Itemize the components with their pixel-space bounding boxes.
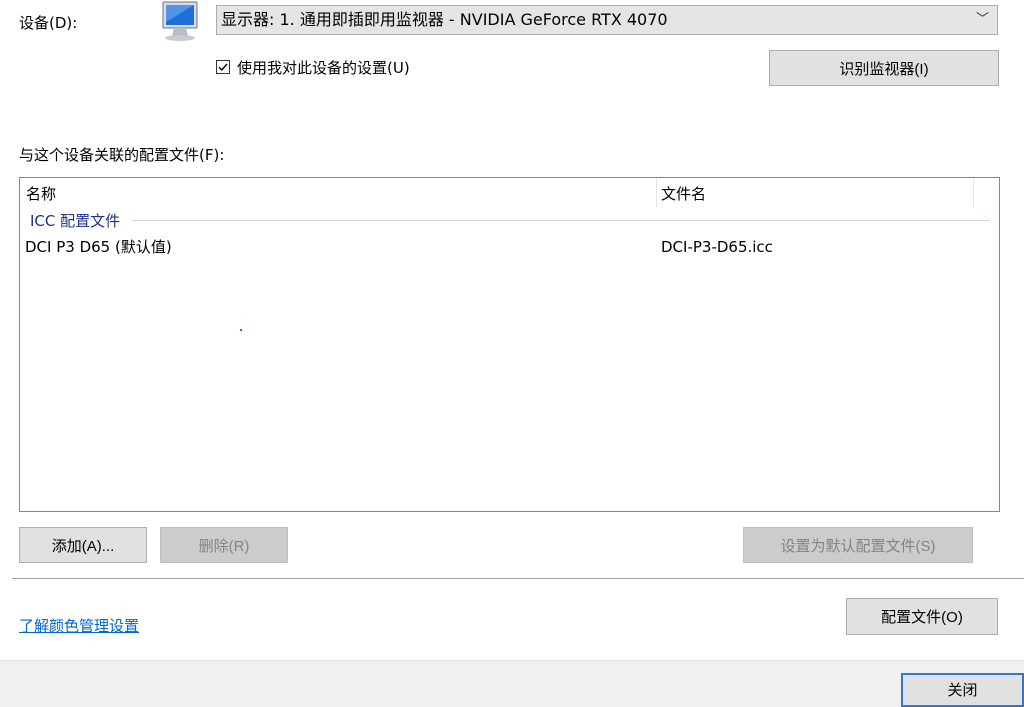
profiles-label: 与这个设备关联的配置文件(F):: [19, 146, 225, 164]
device-select-value: 显示器: 1. 通用即插即用监视器 - NVIDIA GeForce RTX 4…: [221, 10, 668, 29]
chevron-down-icon: ﹀: [975, 12, 989, 27]
remove-button[interactable]: 删除(R): [160, 527, 288, 563]
profile-name: DCI P3 D65 (默认值): [25, 238, 172, 256]
learn-color-settings-link[interactable]: 了解颜色管理设置: [19, 616, 139, 636]
close-button[interactable]: 关闭: [901, 673, 1024, 707]
column-separator[interactable]: [973, 178, 974, 207]
column-header-name[interactable]: 名称: [26, 184, 56, 204]
group-title-icc: ICC 配置文件: [30, 212, 121, 230]
identify-monitors-button[interactable]: 识别监视器(I): [769, 50, 999, 86]
divider: [12, 578, 1024, 579]
dialog-footer: [0, 660, 1024, 707]
column-separator[interactable]: [656, 178, 657, 207]
profile-filename: DCI-P3-D65.icc: [661, 238, 773, 256]
use-settings-checkbox[interactable]: [216, 60, 230, 74]
column-header-filename[interactable]: 文件名: [661, 184, 706, 204]
add-button[interactable]: 添加(A)...: [19, 527, 147, 563]
checkmark-icon: [218, 63, 228, 72]
device-select[interactable]: 显示器: 1. 通用即插即用监视器 - NVIDIA GeForce RTX 4…: [216, 5, 998, 35]
monitor-icon: [160, 0, 204, 44]
list-item[interactable]: DCI P3 D65 (默认值) DCI-P3-D65.icc: [20, 236, 999, 260]
group-divider: [132, 220, 990, 221]
profiles-button[interactable]: 配置文件(O): [846, 598, 998, 635]
set-default-button[interactable]: 设置为默认配置文件(S): [743, 527, 973, 563]
cursor-dot: [240, 329, 242, 331]
profiles-list[interactable]: 名称 文件名 ICC 配置文件 DCI P3 D65 (默认值) DCI-P3-…: [19, 177, 1000, 512]
device-label: 设备(D):: [19, 14, 78, 32]
color-management-device-tab: 设备(D): 显示器: 1. 通用即插即用监视器 - NVIDIA GeForc…: [0, 0, 1024, 707]
use-settings-label: 使用我对此设备的设置(U): [237, 59, 410, 77]
